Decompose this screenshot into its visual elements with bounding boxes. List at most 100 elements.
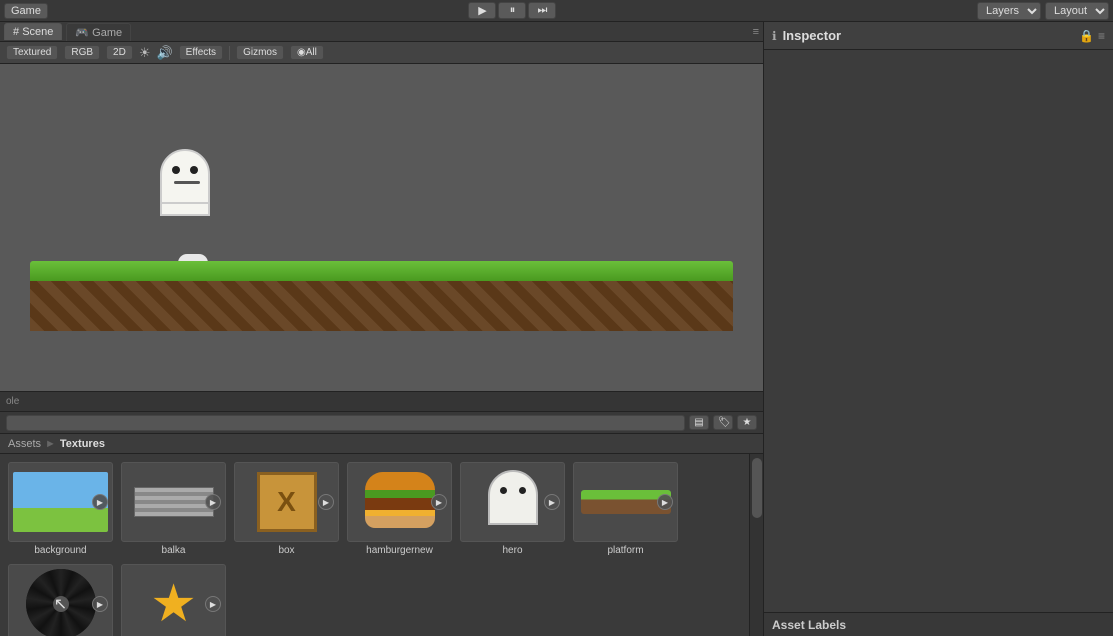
inspector-lock-button[interactable]: 🔒	[1079, 29, 1094, 43]
asset-label-platform: platform	[607, 545, 643, 556]
saw-cursor-icon: ↖	[54, 594, 67, 614]
right-panel: ℹ Inspector 🔒 ≡ Asset Labels	[763, 22, 1113, 636]
breadcrumb-separator: ►	[45, 438, 56, 450]
asset-browser-toolbar: ▤ 🏷 ★	[0, 412, 763, 434]
scene-toolbar: Textured RGB 2D ☀ 🔊 Effects Gizmos ◉All	[0, 42, 763, 64]
burger-lettuce	[365, 490, 435, 498]
tab-options[interactable]: ≡	[753, 26, 759, 38]
star-thumbnail: ★	[139, 569, 209, 636]
ghost-eye-right	[190, 166, 198, 174]
game-gamepad-icon: 🎮	[75, 27, 92, 39]
inspector-menu-button[interactable]: ≡	[1098, 29, 1105, 43]
top-bar: Game ▶ ⏸ ⏭ Layers Layout	[0, 0, 1113, 22]
left-panel: # Scene 🎮 Game ≡ Textured RGB 2D ☀ 🔊 Eff…	[0, 22, 763, 636]
inspector-title: Inspector	[783, 28, 842, 43]
console-bar: ole	[0, 391, 763, 411]
main-layout: # Scene 🎮 Game ≡ Textured RGB 2D ☀ 🔊 Eff…	[0, 22, 1113, 636]
saw-thumbnail: ↖	[26, 569, 96, 636]
layout-dropdown[interactable]: Layout	[1045, 2, 1109, 20]
asset-search-input[interactable]	[6, 415, 685, 431]
asset-grid: ▶ background ▶ balka	[0, 454, 749, 636]
burger-patty	[365, 498, 435, 510]
asset-thumb-star: ★ ▶	[121, 564, 226, 636]
audio-icon: 🔊	[156, 45, 172, 61]
balka-thumbnail	[134, 487, 214, 517]
asset-thumb-hamburgernew: ▶	[347, 462, 452, 542]
hero-play-button[interactable]: ▶	[544, 494, 560, 510]
hero-eye-right	[519, 487, 526, 494]
hero-eye-left	[500, 487, 507, 494]
background-play-button[interactable]: ▶	[92, 494, 108, 510]
inspector-icon: ℹ	[772, 29, 777, 43]
balka-play-button[interactable]: ▶	[205, 494, 221, 510]
game-tab[interactable]: 🎮 Game	[66, 23, 131, 41]
game-name-button[interactable]: Game	[4, 3, 48, 19]
asset-label-balka: balka	[162, 545, 186, 556]
asset-thumb-saw1: ↖ ▶	[8, 564, 113, 636]
asset-label-hero: hero	[502, 545, 522, 556]
asset-item-star[interactable]: ★ ▶	[121, 564, 226, 636]
asset-thumb-hero: ▶	[460, 462, 565, 542]
asset-label-button[interactable]: 🏷	[713, 415, 733, 430]
burger-bottom	[365, 516, 435, 528]
scene-game-tabs: # Scene 🎮 Game ≡	[0, 22, 763, 42]
asset-thumb-platform: ▶	[573, 462, 678, 542]
asset-item-hero[interactable]: ▶ hero	[460, 462, 565, 556]
asset-filter-button[interactable]: ▤	[689, 415, 709, 430]
inspector-actions: 🔒 ≡	[1079, 29, 1105, 43]
asset-grid-container: ▶ background ▶ balka	[0, 454, 763, 636]
breadcrumb-root[interactable]: Assets	[8, 438, 41, 450]
platform-grass	[30, 261, 733, 281]
asset-browser: ▤ 🏷 ★ Assets ► Textures ▶	[0, 411, 763, 636]
asset-item-platform[interactable]: ▶ platform	[573, 462, 678, 556]
inspector-header: ℹ Inspector 🔒 ≡	[764, 22, 1113, 50]
ghost-body	[160, 149, 210, 204]
asset-item-box[interactable]: ▶ box	[234, 462, 339, 556]
asset-labels-text: Asset Labels	[772, 618, 846, 632]
star-play-button[interactable]: ▶	[205, 596, 221, 612]
burger-top	[365, 472, 435, 490]
asset-labels-bar: Asset Labels	[764, 612, 1113, 636]
asset-item-saw1[interactable]: ↖ ▶ saw 1	[8, 564, 113, 636]
asset-star-button[interactable]: ★	[737, 415, 757, 430]
effects-button[interactable]: Effects	[179, 45, 223, 60]
burger-thumbnail	[365, 472, 435, 532]
asset-item-background[interactable]: ▶ background	[8, 462, 113, 556]
transport-controls: ▶ ⏸ ⏭	[468, 2, 556, 19]
pause-button[interactable]: ⏸	[498, 2, 526, 19]
play-button[interactable]: ▶	[468, 2, 496, 19]
platform-object	[30, 261, 733, 331]
box-play-button[interactable]: ▶	[318, 494, 334, 510]
2d-button[interactable]: 2D	[106, 45, 133, 60]
asset-item-hamburgernew[interactable]: ▶ hamburgernew	[347, 462, 452, 556]
scene-tab-label: Scene	[22, 26, 53, 38]
hero-thumbnail	[488, 470, 538, 535]
asset-label-box: box	[278, 545, 294, 556]
ghost-bottom	[160, 204, 210, 216]
all-button[interactable]: ◉All	[290, 45, 324, 60]
box-thumbnail	[257, 472, 317, 532]
textured-button[interactable]: Textured	[6, 45, 58, 60]
sun-icon: ☀	[139, 45, 151, 61]
game-tab-label: Game	[92, 27, 122, 39]
asset-item-balka[interactable]: ▶ balka	[121, 462, 226, 556]
hamburgernew-play-button[interactable]: ▶	[431, 494, 447, 510]
asset-thumb-background: ▶	[8, 462, 113, 542]
saw1-play-button[interactable]: ▶	[92, 596, 108, 612]
gizmos-button[interactable]: Gizmos	[236, 45, 284, 60]
asset-thumb-box: ▶	[234, 462, 339, 542]
layers-dropdown[interactable]: Layers	[977, 2, 1041, 20]
rgb-button[interactable]: RGB	[64, 45, 100, 60]
scroll-thumb[interactable]	[752, 458, 762, 518]
console-label: ole	[6, 396, 19, 407]
asset-label-hamburgernew: hamburgernew	[366, 545, 433, 556]
asset-scrollbar[interactable]	[749, 454, 763, 636]
toolbar-separator	[229, 46, 230, 60]
platform-rocks	[30, 281, 733, 331]
scene-tab[interactable]: # Scene	[4, 23, 62, 40]
asset-thumb-balka: ▶	[121, 462, 226, 542]
platform-play-button[interactable]: ▶	[657, 494, 673, 510]
breadcrumb-current: Textures	[60, 438, 105, 450]
ghost-character	[160, 149, 210, 214]
step-button[interactable]: ⏭	[528, 2, 556, 19]
